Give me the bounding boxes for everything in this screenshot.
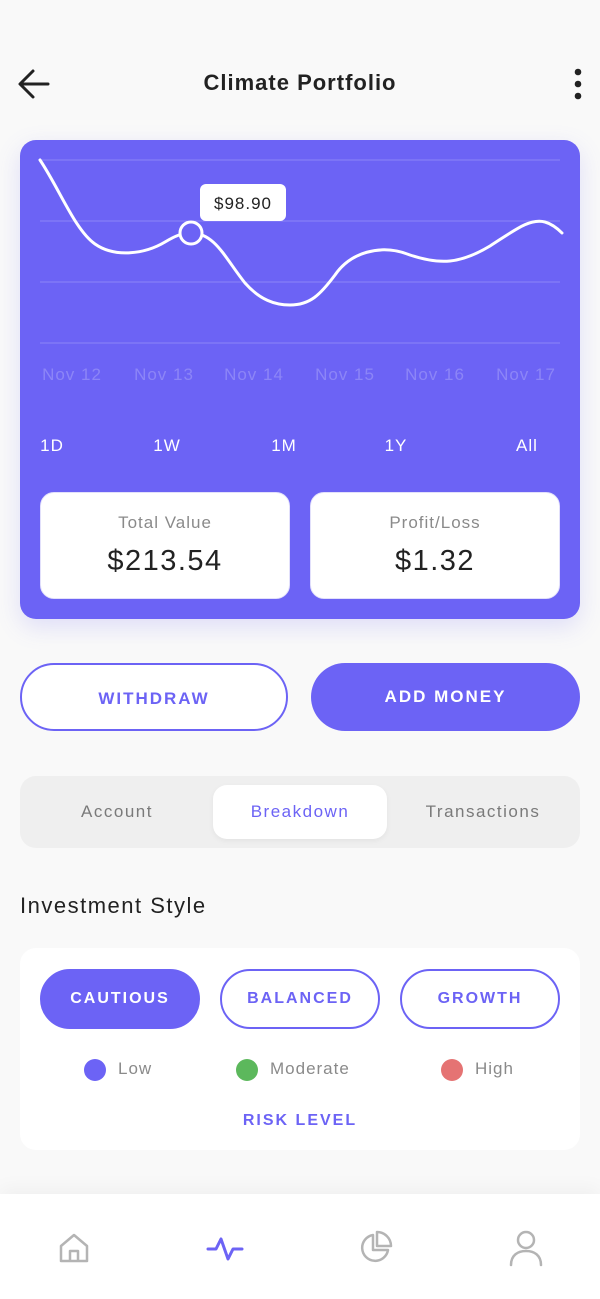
legend-low-label: Low [118,1059,153,1078]
bottom-nav [0,1194,600,1299]
investment-style-card: CAUTIOUS BALANCED GROWTH Low Moderate Hi… [20,948,580,1150]
add-money-button[interactable]: ADD MONEY [311,663,580,731]
profit-loss-amount: $1.32 [394,545,476,577]
total-value-card: Total Value $213.54 [40,492,290,599]
x-tick-label: Nov 17 [496,365,556,384]
x-tick-label: Nov 12 [42,365,102,384]
range-1m[interactable]: 1M [271,436,297,456]
more-vertical-icon[interactable] [560,64,596,104]
cautious-option[interactable]: CAUTIOUS [40,969,200,1029]
investment-style-heading: Investment Style [20,893,207,918]
range-1w[interactable]: 1W [153,436,181,456]
x-tick-label: Nov 16 [405,365,465,384]
profit-loss-label: Profit/Loss [389,513,481,532]
x-tick-label: Nov 13 [134,365,194,384]
series-line [38,158,564,307]
profit-loss-card: Profit/Loss $1.32 [310,492,560,599]
x-tick-label: Nov 15 [315,365,375,384]
tooltip-label: $98.90 [214,194,272,213]
tab-transactions[interactable]: Transactions [398,785,568,839]
portfolio-chart-card: $98.90 Nov 12 Nov 13 Nov 14 Nov 15 Nov 16 Nov … [20,140,580,619]
tab-breakdown[interactable]: Breakdown [213,785,387,839]
x-tick-label: Nov 14 [224,365,284,384]
low-risk-dot [84,1059,106,1081]
home-icon[interactable] [54,1228,94,1268]
growth-option[interactable]: GROWTH [400,969,560,1029]
portfolio-tabs: Account Breakdown Transactions [20,776,580,848]
range-1d[interactable]: 1D [40,436,64,456]
legend-high-label: High [475,1059,514,1078]
highlight-point [178,220,204,246]
range-all[interactable]: All [516,436,538,456]
high-risk-dot [441,1059,463,1081]
app-header: Climate Portfolio [0,50,600,116]
legend-moderate-label: Moderate [270,1059,350,1078]
time-range-selector: 1D 1W 1M 1Y All [20,436,580,464]
moderate-risk-dot [236,1059,258,1081]
page-title: Climate Portfolio [203,70,397,95]
total-value-label: Total Value [118,513,212,532]
balanced-option[interactable]: BALANCED [220,969,380,1029]
tab-account[interactable]: Account [32,785,202,839]
pie-chart-icon[interactable] [355,1228,395,1268]
line-chart: $98.90 Nov 12 Nov 13 Nov 14 Nov 15 Nov 16 Nov … [38,158,564,384]
withdraw-button[interactable]: WITHDRAW [20,663,288,731]
range-1y[interactable]: 1Y [385,436,408,456]
total-value-amount: $213.54 [107,545,223,577]
risk-level-label: RISK LEVEL [242,1112,358,1129]
activity-icon[interactable] [205,1228,245,1268]
user-icon[interactable] [506,1228,546,1268]
